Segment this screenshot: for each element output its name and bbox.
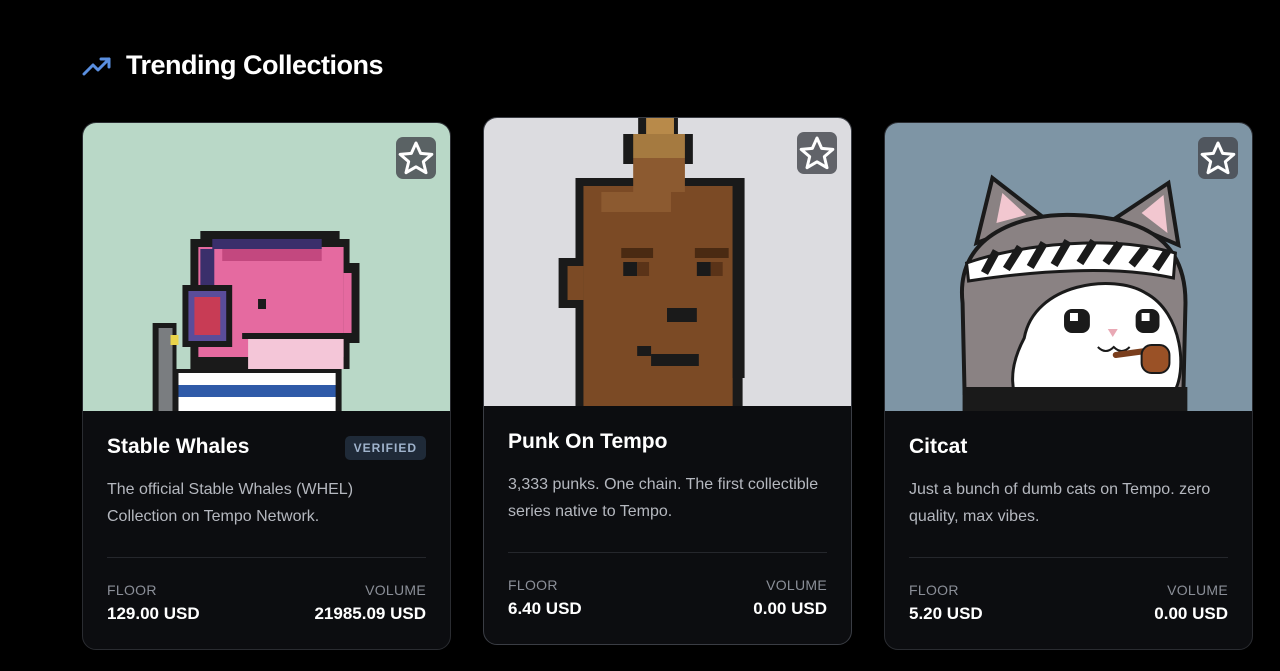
collection-description: 3,333 punks. One chain. The first collec… <box>508 476 819 520</box>
section-header: Trending Collections <box>82 50 384 81</box>
favorite-button[interactable] <box>1198 137 1238 179</box>
divider <box>107 557 426 558</box>
trending-up-icon <box>82 57 111 75</box>
verified-badge: VERIFIED <box>344 436 426 460</box>
volume-value: 0.00 USD <box>753 599 827 618</box>
star-icon <box>1200 141 1236 175</box>
collection-card-stable-whales[interactable]: Stable Whales VERIFIED The official Stab… <box>82 122 451 650</box>
floor-value: 129.00 USD <box>107 604 200 623</box>
favorite-button[interactable] <box>797 132 837 174</box>
collection-name: Citcat <box>909 435 968 458</box>
section-title: Trending Collections <box>126 50 384 80</box>
divider <box>909 557 1228 558</box>
volume-value: 21985.09 USD <box>314 604 426 623</box>
favorite-button[interactable] <box>396 137 436 179</box>
collection-description: The official Stable Whales (WHEL) Collec… <box>107 481 354 525</box>
collection-image <box>484 118 851 406</box>
collection-name: Punk On Tempo <box>508 430 668 453</box>
volume-label: VOLUME <box>766 577 827 593</box>
punk-artwork <box>484 118 851 406</box>
collection-image <box>83 123 450 411</box>
collection-image <box>885 123 1252 411</box>
volume-value: 0.00 USD <box>1154 604 1228 623</box>
floor-value: 5.20 USD <box>909 604 983 623</box>
cat-artwork <box>885 123 1252 411</box>
collection-card-citcat[interactable]: Citcat Just a bunch of dumb cats on Temp… <box>884 122 1253 650</box>
star-icon <box>799 136 835 170</box>
floor-label: FLOOR <box>107 582 157 598</box>
volume-label: VOLUME <box>1167 582 1228 598</box>
whale-artwork <box>83 123 450 411</box>
floor-value: 6.40 USD <box>508 599 582 618</box>
volume-label: VOLUME <box>365 582 426 598</box>
divider <box>508 552 827 553</box>
collection-card-punk-on-tempo[interactable]: Punk On Tempo 3,333 punks. One chain. Th… <box>483 117 852 645</box>
floor-label: FLOOR <box>508 577 558 593</box>
collection-name: Stable Whales <box>107 435 250 458</box>
collection-description: Just a bunch of dumb cats on Tempo. zero… <box>909 481 1211 525</box>
floor-label: FLOOR <box>909 582 959 598</box>
star-icon <box>398 141 434 175</box>
